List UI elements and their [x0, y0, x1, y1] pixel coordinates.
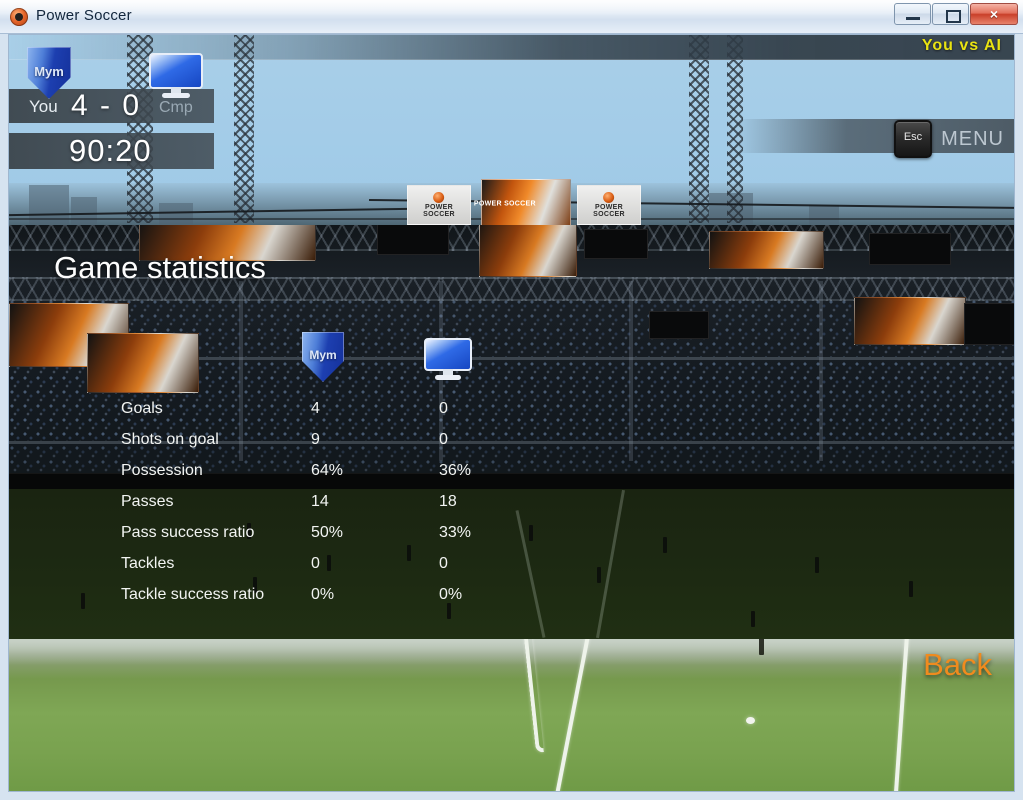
table-row: Possession 64% 36% [121, 462, 681, 493]
stat-home-value: 64% [311, 462, 344, 479]
stat-label: Shots on goal [121, 431, 219, 448]
stadium-screen [479, 225, 577, 277]
stadium-screen [584, 229, 648, 259]
match-clock: 90:20 [69, 133, 152, 168]
stat-label: Pass success ratio [121, 524, 255, 541]
stadium-screen [869, 233, 951, 265]
stat-away-value: 0 [439, 555, 448, 572]
window-controls: × [894, 3, 1018, 25]
player-silhouette [815, 557, 819, 573]
away-team-label: Cmp [159, 99, 193, 116]
stat-away-value: 33% [439, 524, 472, 541]
banner-logo-text: POWER SOCCER [423, 204, 455, 218]
stadium-screen [964, 303, 1014, 345]
stadium-screen [87, 333, 199, 393]
home-team-label: You [29, 97, 58, 116]
stadium-screen [649, 311, 709, 339]
stats-column-away-monitor-icon [424, 338, 472, 380]
table-row: Tackle success ratio 0% 0% [121, 586, 681, 617]
pitch-haze [9, 639, 1014, 665]
stat-label: Passes [121, 493, 174, 510]
computer-monitor-icon [149, 53, 203, 99]
application-window: Power Soccer × POWER SOCCER POWER SOCCER… [0, 0, 1023, 800]
stadium-banner-row: POWER SOCCER POWER SOCCER POWER SOCCER [9, 179, 1014, 229]
pitch-foreground [9, 639, 1014, 791]
menu-button[interactable]: MENU [941, 128, 1004, 151]
stat-away-value: 36% [439, 462, 472, 479]
player-silhouette [81, 593, 85, 609]
maximize-button[interactable] [932, 3, 969, 25]
minimize-button[interactable] [894, 3, 931, 25]
stats-column-home-crest-icon: Mym [302, 332, 344, 382]
stadium-screen [709, 231, 824, 269]
banner-logo: POWER SOCCER [407, 185, 471, 225]
player-silhouette [751, 611, 755, 627]
title-bar-sheen [0, 0, 1023, 16]
stats-home-crest-label: Mym [309, 348, 337, 362]
stat-label: Tackles [121, 555, 175, 572]
banner-logo-text: POWER SOCCER [593, 204, 625, 218]
table-row: Shots on goal 9 0 [121, 431, 681, 462]
stat-home-value: 0 [311, 555, 320, 572]
banner-advert: POWER SOCCER [474, 179, 571, 229]
stand-support-post [819, 281, 823, 461]
table-row: Pass success ratio 50% 33% [121, 524, 681, 555]
stat-away-value: 0 [439, 431, 448, 448]
stat-away-value: 0% [439, 586, 463, 603]
back-button[interactable]: Back [923, 647, 992, 683]
stadium-screen [854, 297, 966, 345]
stat-label: Tackle success ratio [121, 586, 265, 603]
score-value: 4 - 0 [71, 89, 142, 122]
soccer-ball [746, 717, 755, 724]
banner-logo: POWER SOCCER [577, 185, 641, 225]
table-row: Passes 14 18 [121, 493, 681, 524]
esc-key-button[interactable]: Esc [894, 120, 932, 158]
table-row: Goals 4 0 [121, 400, 681, 431]
stat-home-value: 9 [311, 431, 320, 448]
table-row: Tackles 0 0 [121, 555, 681, 586]
stat-home-value: 14 [311, 493, 329, 510]
statistics-table: Goals 4 0 Shots on goal 9 0 Possession 6… [121, 400, 681, 617]
stat-label: Goals [121, 400, 163, 417]
close-button[interactable]: × [970, 3, 1018, 25]
page-title: Game statistics [54, 250, 266, 285]
banner-advert-text: POWER SOCCER [473, 200, 536, 208]
close-icon: × [989, 6, 999, 22]
match-mode-label: You vs AI [921, 37, 1002, 54]
soccer-ball-icon [10, 8, 28, 26]
stat-away-value: 0 [439, 400, 448, 417]
player-silhouette [909, 581, 913, 597]
stat-label: Possession [121, 462, 203, 479]
window-title-bar: Power Soccer × [0, 0, 1023, 34]
maximize-icon [946, 10, 961, 23]
player-silhouette [759, 639, 764, 655]
window-title: Power Soccer [36, 7, 132, 24]
game-viewport: POWER SOCCER POWER SOCCER POWER SOCCER Y… [8, 34, 1015, 792]
home-crest-label: Mym [34, 63, 64, 79]
stat-away-value: 18 [439, 493, 457, 510]
stat-home-value: 4 [311, 400, 320, 417]
esc-key-label: Esc [903, 131, 923, 143]
home-team-crest-icon: Mym [27, 47, 71, 99]
stat-home-value: 50% [311, 524, 344, 541]
stadium-screen [377, 225, 449, 255]
stat-home-value: 0% [311, 586, 335, 603]
minimize-icon [906, 17, 920, 20]
